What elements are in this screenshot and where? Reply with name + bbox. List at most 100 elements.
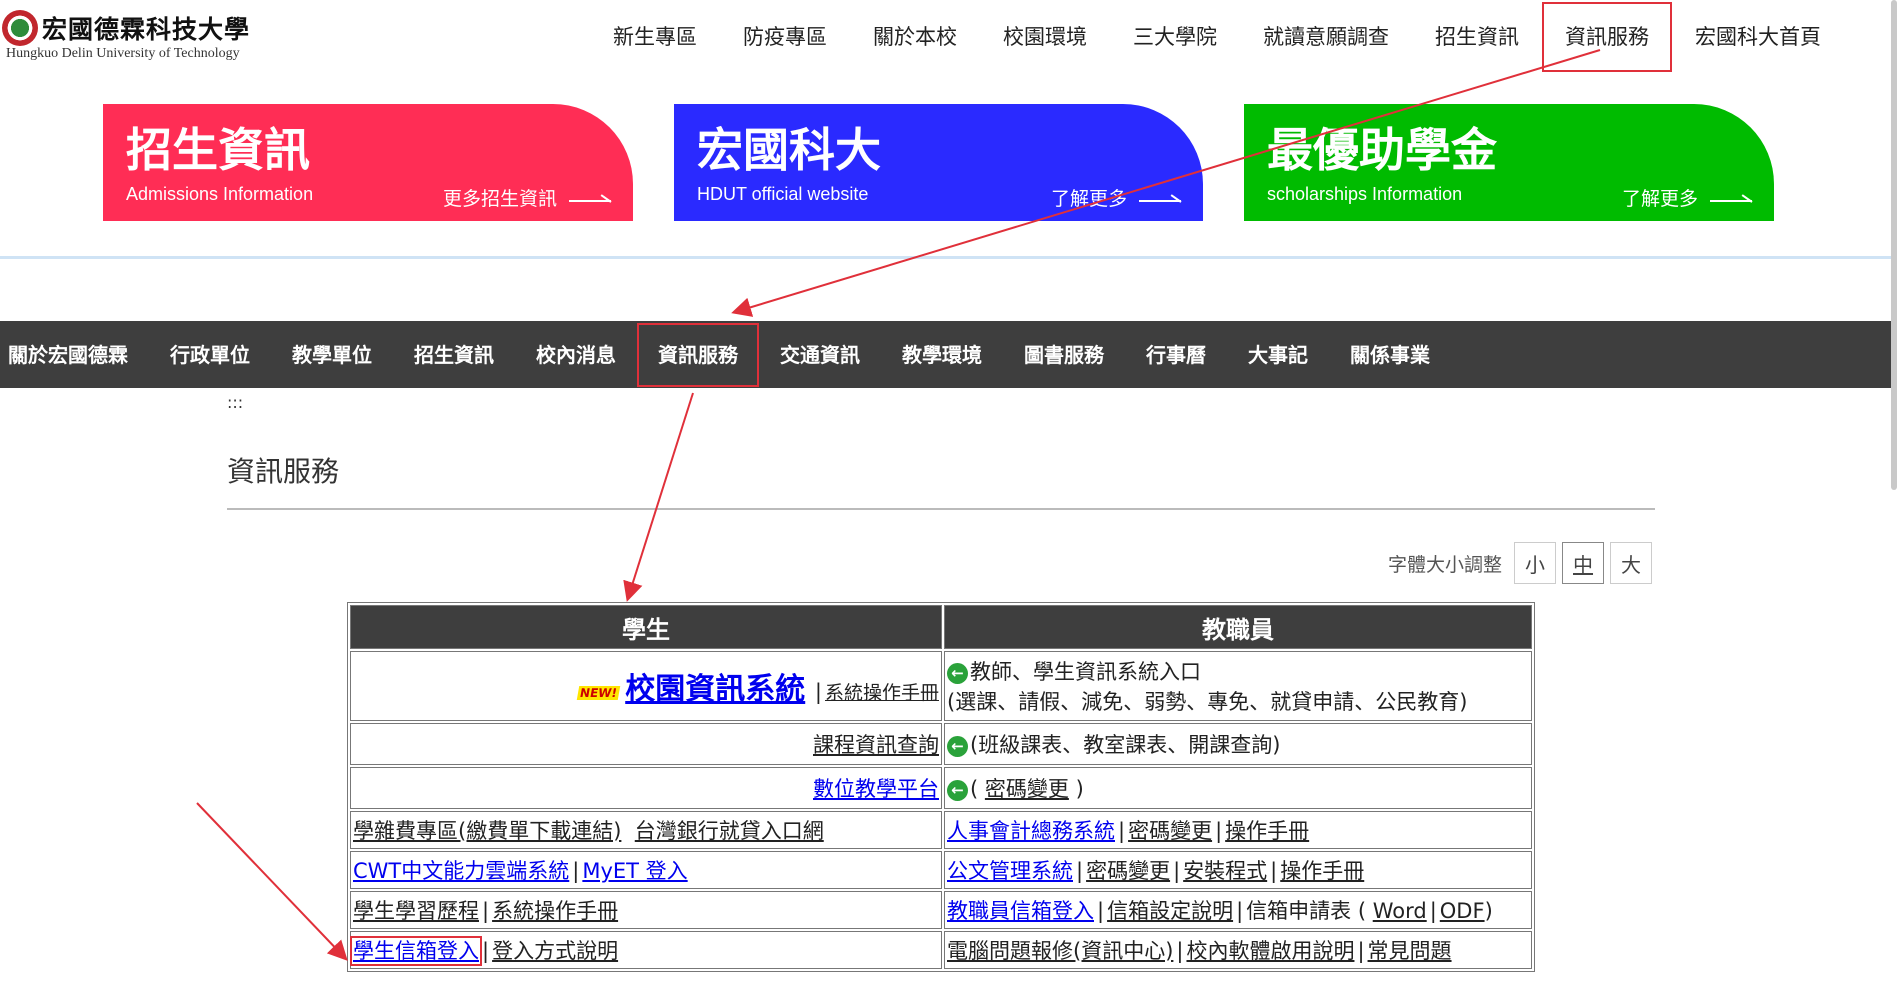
banner-more-link[interactable]: 了解更多 xyxy=(1051,184,1181,211)
paren-open: ( xyxy=(970,777,979,801)
myet-link[interactable]: MyET 登入 xyxy=(582,859,687,883)
students-header: 學生 xyxy=(350,605,942,649)
campus-info-system-link[interactable]: 校園資訊系統 xyxy=(625,672,805,707)
course-query-desc: (班級課表、教室課表、開課查詢) xyxy=(970,733,1281,757)
annotation-arrow xyxy=(623,392,694,602)
staff-portal-text: 教師、學生資訊系統入口 xyxy=(970,660,1201,684)
banner-more-link[interactable]: 更多招生資訊 xyxy=(443,184,611,211)
font-large-button[interactable]: 大 xyxy=(1610,542,1653,584)
top-nav-info-services[interactable]: 資訊服務 xyxy=(1542,2,1672,72)
separator: | xyxy=(482,939,490,963)
staff-mail-link[interactable]: 教職員信箱登入 xyxy=(947,899,1094,923)
computer-repair-link[interactable]: 電腦問題報修(資訊中心) xyxy=(947,939,1173,963)
separator: | xyxy=(572,859,580,883)
table-cell: NEW! 校園資訊系統 | 系統操作手冊 xyxy=(350,651,942,721)
table-cell: 課程資訊查詢 xyxy=(350,723,942,765)
student-mail-link[interactable]: 學生信箱登入 xyxy=(350,936,482,966)
separator: | xyxy=(814,680,822,704)
mail-apply-text: 信箱申請表 ( xyxy=(1246,899,1367,923)
document-manual-link[interactable]: 操作手冊 xyxy=(1280,859,1364,883)
tuition-fee-link[interactable]: 學雜費專區(繳費單下載連結) xyxy=(353,819,621,843)
staff-header: 教職員 xyxy=(944,605,1532,649)
separator: | xyxy=(1097,899,1105,923)
course-query-link[interactable]: 課程資訊查詢 xyxy=(813,733,939,757)
font-size-label: 字體大小調整 xyxy=(1388,553,1503,576)
banner-more-link[interactable]: 了解更多 xyxy=(1622,184,1752,211)
accounting-manual-link[interactable]: 操作手冊 xyxy=(1225,819,1309,843)
cwt-link[interactable]: CWT中文能力雲端系統 xyxy=(353,859,569,883)
mail-apply-odf-link[interactable]: ODF xyxy=(1440,899,1485,923)
nav-teaching-env[interactable]: 教學環境 xyxy=(881,323,1003,387)
nav-teaching-units[interactable]: 教學單位 xyxy=(271,323,393,387)
top-nav-home[interactable]: 宏國科大首頁 xyxy=(1672,2,1844,72)
banner-title: 最優助學金 xyxy=(1267,123,1497,177)
login-help-link[interactable]: 登入方式說明 xyxy=(492,939,618,963)
table-row: CWT中文能力雲端系統 | MyET 登入 公文管理系統 | 密碼變更 | 安裝程式 | 操作手… xyxy=(350,851,1532,889)
nav-milestones[interactable]: 大事記 xyxy=(1227,323,1329,387)
portfolio-manual-link[interactable]: 系統操作手冊 xyxy=(492,899,618,923)
scrollbar[interactable] xyxy=(1891,0,1897,490)
top-nav: 新生專區 防疫專區 關於本校 校園環境 三大學院 就讀意願調查 招生資訊 資訊服… xyxy=(590,0,1844,74)
software-activation-link[interactable]: 校內軟體啟用說明 xyxy=(1186,939,1354,963)
document-password-link[interactable]: 密碼變更 xyxy=(1086,859,1170,883)
table-row: 學生信箱登入 | 登入方式說明 電腦問題報修(資訊中心) | 校內軟體啟用說明 | 常見問題 xyxy=(350,931,1532,969)
font-small-button[interactable]: 小 xyxy=(1514,542,1557,584)
accounting-system-link[interactable]: 人事會計總務系統 xyxy=(947,819,1115,843)
services-table: 學生 教職員 NEW! 校園資訊系統 | 系統操作手冊 ← 教師、學生資訊系統入口 (… xyxy=(347,602,1535,972)
accounting-password-link[interactable]: 密碼變更 xyxy=(1128,819,1212,843)
font-size-control: 字體大小調整 小 中 大 xyxy=(1388,541,1653,585)
top-nav-admissions[interactable]: 招生資訊 xyxy=(1412,2,1542,72)
mail-setup-link[interactable]: 信箱設定說明 xyxy=(1107,899,1233,923)
nav-library[interactable]: 圖書服務 xyxy=(1003,323,1125,387)
table-cell: 學生學習歷程 | 系統操作手冊 xyxy=(350,891,942,929)
top-nav-freshman[interactable]: 新生專區 xyxy=(590,2,720,72)
font-medium-button[interactable]: 中 xyxy=(1562,542,1605,584)
banner-official[interactable]: 宏國科大 HDUT official website 了解更多 xyxy=(674,104,1203,221)
nav-about[interactable]: 關於宏國德霖 xyxy=(0,323,149,387)
main-nav: 關於宏國德霖 行政單位 教學單位 招生資訊 校內消息 資訊服務 交通資訊 教學環… xyxy=(0,321,1897,388)
nav-info-services[interactable]: 資訊服務 xyxy=(637,322,759,387)
separator: | xyxy=(1176,939,1184,963)
top-nav-about[interactable]: 關於本校 xyxy=(850,2,980,72)
school-emblem-icon xyxy=(2,10,38,46)
elearning-password-link[interactable]: 密碼變更 xyxy=(985,777,1069,801)
nav-admissions[interactable]: 招生資訊 xyxy=(393,323,515,387)
university-logo[interactable]: 宏國德霖科技大學 Hungkuo Delin University of Tec… xyxy=(2,6,249,62)
mail-apply-word-link[interactable]: Word xyxy=(1373,899,1427,923)
banner-more-label: 了解更多 xyxy=(1621,188,1698,210)
top-nav-campus[interactable]: 校園環境 xyxy=(980,2,1110,72)
faq-link[interactable]: 常見問題 xyxy=(1368,939,1452,963)
nav-transport[interactable]: 交通資訊 xyxy=(759,323,881,387)
top-nav-survey[interactable]: 就讀意願調查 xyxy=(1240,2,1412,72)
document-system-link[interactable]: 公文管理系統 xyxy=(947,859,1073,883)
arrow-right-icon xyxy=(569,192,611,204)
table-cell: 學雜費專區(繳費單下載連結) 台灣銀行就貸入口網 xyxy=(350,811,942,849)
system-manual-link[interactable]: 系統操作手冊 xyxy=(825,682,939,704)
top-nav-colleges[interactable]: 三大學院 xyxy=(1110,2,1240,72)
bank-loan-link[interactable]: 台灣銀行就貸入口網 xyxy=(635,819,824,843)
banner-more-label: 了解更多 xyxy=(1050,188,1127,210)
install-program-link[interactable]: 安裝程式 xyxy=(1183,859,1267,883)
banner-admissions[interactable]: 招生資訊 Admissions Information 更多招生資訊 xyxy=(103,104,633,221)
nav-news[interactable]: 校內消息 xyxy=(515,323,637,387)
accesskey-anchor[interactable]: ::: xyxy=(227,393,243,412)
arrow-left-circle-icon: ← xyxy=(947,662,968,684)
banner-subtitle: HDUT official website xyxy=(697,184,869,204)
separator: | xyxy=(1236,899,1244,923)
separator: | xyxy=(1429,899,1437,923)
top-nav-epidemic[interactable]: 防疫專區 xyxy=(720,2,850,72)
separator: | xyxy=(1270,859,1278,883)
banner-scholarship[interactable]: 最優助學金 scholarships Information 了解更多 xyxy=(1244,104,1774,221)
nav-affiliates[interactable]: 關係事業 xyxy=(1329,323,1451,387)
learning-portfolio-link[interactable]: 學生學習歷程 xyxy=(353,899,479,923)
arrow-right-icon xyxy=(1139,192,1181,204)
table-cell: 教職員信箱登入 | 信箱設定說明 | 信箱申請表 ( Word | ODF) xyxy=(944,891,1532,929)
table-cell: 數位教學平台 xyxy=(350,767,942,809)
table-cell: 公文管理系統 | 密碼變更 | 安裝程式 | 操作手冊 xyxy=(944,851,1532,889)
nav-calendar[interactable]: 行事曆 xyxy=(1125,323,1227,387)
table-row: NEW! 校園資訊系統 | 系統操作手冊 ← 教師、學生資訊系統入口 (選課、請假、減… xyxy=(350,651,1532,721)
nav-admin-units[interactable]: 行政單位 xyxy=(149,323,271,387)
table-cell: CWT中文能力雲端系統 | MyET 登入 xyxy=(350,851,942,889)
table-cell: ← 教師、學生資訊系統入口 (選課、請假、減免、弱勢、專免、就貸申請、公民教育) xyxy=(944,651,1532,721)
elearning-link[interactable]: 數位教學平台 xyxy=(813,777,939,801)
